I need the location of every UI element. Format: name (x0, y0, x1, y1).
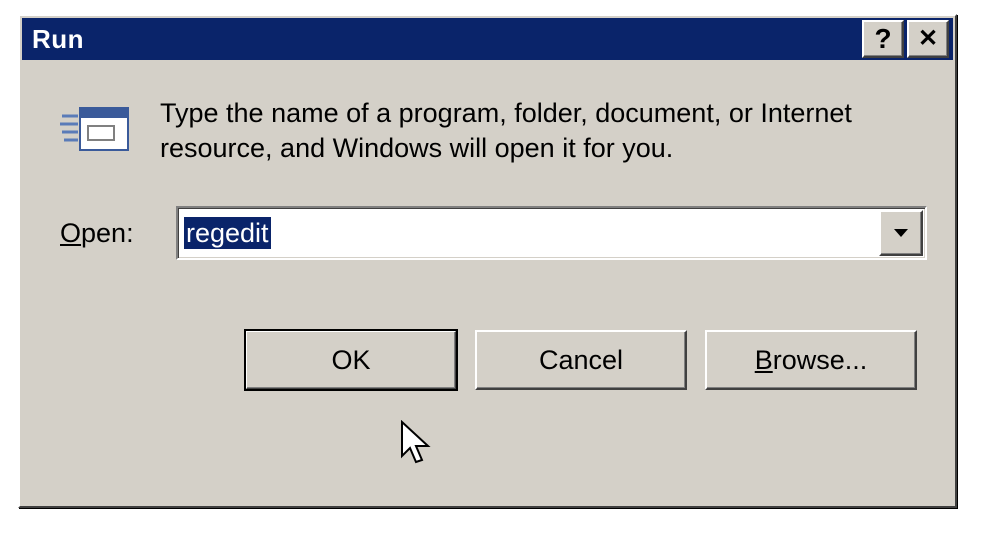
cancel-button[interactable]: Cancel (475, 330, 687, 390)
help-icon: ? (874, 23, 891, 55)
description-text: Type the name of a program, folder, docu… (160, 94, 927, 166)
browse-button-label: Browse... (755, 345, 868, 376)
chevron-down-icon (893, 228, 909, 238)
ok-button-label: OK (331, 345, 370, 376)
ok-button[interactable]: OK (245, 330, 457, 390)
cancel-button-label: Cancel (539, 345, 623, 376)
button-row: OK Cancel Browse... (60, 330, 927, 390)
window-title: Run (32, 24, 862, 55)
dropdown-button[interactable] (879, 210, 923, 256)
close-button[interactable]: ✕ (907, 20, 949, 58)
run-dialog: Run ? ✕ Type the na (18, 14, 957, 508)
open-input[interactable]: regedit (178, 208, 877, 258)
input-row: Open: regedit (60, 206, 927, 260)
run-icon (60, 102, 130, 158)
close-icon: ✕ (918, 27, 938, 51)
open-input-value: regedit (184, 217, 271, 249)
dialog-body: Type the name of a program, folder, docu… (20, 62, 955, 410)
help-button[interactable]: ? (862, 20, 904, 58)
titlebar: Run ? ✕ (22, 18, 953, 60)
open-combobox[interactable]: regedit (176, 206, 927, 260)
browse-button[interactable]: Browse... (705, 330, 917, 390)
open-label: Open: (60, 218, 152, 249)
info-row: Type the name of a program, folder, docu… (60, 94, 927, 166)
titlebar-buttons: ? ✕ (862, 20, 949, 58)
